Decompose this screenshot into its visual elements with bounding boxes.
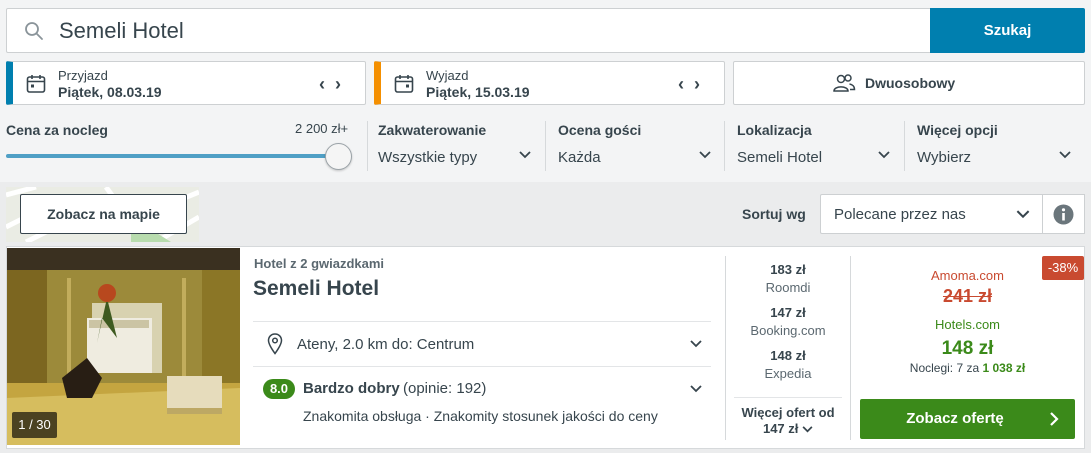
more-options-label: Więcej opcji <box>917 122 998 138</box>
accommodation-label: Zakwaterowanie <box>378 122 487 138</box>
divider <box>850 256 851 440</box>
divider <box>253 321 711 322</box>
room-type-selector[interactable]: Dwuosobowy <box>733 61 1085 105</box>
search-icon <box>25 22 43 40</box>
location-label: Lokalizacja <box>737 122 812 138</box>
hotel-stars: Hotel z 2 gwiazdkami <box>254 256 385 271</box>
rating-highlights: Znakomita obsługa · Znakomity stosunek j… <box>303 408 658 424</box>
sort-value: Polecane przez nas <box>834 206 966 223</box>
view-offer-label: Zobacz ofertę <box>906 410 1004 427</box>
divider <box>367 121 368 171</box>
view-offer-button[interactable]: Zobacz ofertę <box>860 399 1075 439</box>
guest-rating-label: Ocena gości <box>558 122 642 138</box>
location-pin-icon <box>267 333 283 355</box>
checkin-label: Przyjazd <box>58 68 108 83</box>
chevron-right-icon <box>1050 412 1059 426</box>
chevron-down-icon[interactable] <box>690 385 702 393</box>
photo-counter: 1 / 30 <box>12 412 57 438</box>
info-icon <box>1053 204 1074 225</box>
more-offers-price: 147 zł <box>762 421 799 436</box>
price-slider-track[interactable] <box>6 154 336 158</box>
search-button[interactable]: Szukaj <box>930 8 1085 53</box>
prev-day-icon[interactable]: ‹ <box>678 74 694 94</box>
original-offer-site: Amoma.com <box>931 268 1004 283</box>
room-type-label: Dwuosobowy <box>865 75 956 91</box>
alt-offer[interactable]: 183 zł Roomdi <box>726 262 850 295</box>
more-offers-line1: Więcej ofert od <box>741 405 835 420</box>
nights-total: 1 038 zł <box>982 361 1026 375</box>
more-offers-button[interactable]: Więcej ofert od 147 zł <box>726 405 850 437</box>
accommodation-filter[interactable]: Zakwaterowanie Wszystkie typy <box>367 119 537 171</box>
chevron-down-icon <box>1059 151 1071 159</box>
more-options-value: Wybierz <box>917 149 972 166</box>
alt-offer-price: 148 zł <box>770 348 806 363</box>
nights-prefix: Noclegi: 7 za <box>909 361 980 375</box>
checkin-date[interactable]: Przyjazd Piątek, 08.03.19 ‹› <box>6 61 366 105</box>
checkout-arrows[interactable]: ‹› <box>678 74 710 95</box>
alt-offer-site: Roomdi <box>765 280 811 295</box>
rating-score-badge: 8.0 <box>263 379 295 399</box>
show-map-button[interactable]: Zobacz na mapie <box>20 194 187 234</box>
sort-info-button[interactable] <box>1043 194 1085 234</box>
hotel-location[interactable]: Ateny, 2.0 km do: Centrum <box>297 336 474 353</box>
chevron-down-icon <box>1016 210 1030 219</box>
chevron-down-icon <box>802 426 813 433</box>
divider <box>904 121 905 171</box>
alt-offer-site: Expedia <box>764 366 812 381</box>
more-options-filter[interactable]: Więcej opcji Wybierz <box>904 119 1079 171</box>
price-slider-handle[interactable] <box>325 143 352 170</box>
alt-offer-price: 183 zł <box>770 262 806 277</box>
price-filter-max: 2 200 zł+ <box>295 121 349 136</box>
checkout-value: Piątek, 15.03.19 <box>426 84 530 100</box>
divider <box>724 121 725 171</box>
checkin-value: Piątek, 08.03.19 <box>58 84 162 100</box>
original-offer-price: 241 zł <box>942 286 993 306</box>
location-filter[interactable]: Lokalizacja Semeli Hotel <box>724 119 894 171</box>
checkout-label: Wyjazd <box>426 68 469 83</box>
rating-count[interactable]: (opinie: 192) <box>403 380 486 397</box>
accommodation-value: Wszystkie typy <box>378 149 478 166</box>
calendar-icon <box>26 75 46 93</box>
search-input[interactable]: Semeli Hotel <box>6 8 931 53</box>
checkin-arrows[interactable]: ‹› <box>319 74 351 95</box>
alt-offer[interactable]: 148 zł Expedia <box>726 348 850 381</box>
alt-offer-site: Booking.com <box>750 323 826 338</box>
divider <box>545 121 546 171</box>
chevron-down-icon <box>878 151 890 159</box>
search-query[interactable]: Semeli Hotel <box>59 9 184 52</box>
next-day-icon[interactable]: › <box>335 74 351 94</box>
people-icon <box>833 74 856 92</box>
prev-day-icon[interactable]: ‹ <box>319 74 335 94</box>
sort-label: Sortuj wg <box>742 206 806 222</box>
divider <box>734 397 842 398</box>
sort-select[interactable]: Polecane przez nas <box>820 194 1043 234</box>
checkout-date[interactable]: Wyjazd Piątek, 15.03.19 ‹› <box>374 61 725 105</box>
rating-word[interactable]: Bardzo dobry <box>303 380 400 397</box>
alt-offer[interactable]: 147 zł Booking.com <box>726 305 850 338</box>
location-value: Semeli Hotel <box>737 149 823 166</box>
divider <box>253 366 711 367</box>
chevron-down-icon[interactable] <box>690 340 702 348</box>
guest-rating-filter[interactable]: Ocena gości Każda <box>545 119 715 171</box>
hotel-name[interactable]: Semeli Hotel <box>253 277 379 301</box>
more-offers-line2: 147 zł <box>726 421 850 437</box>
total-stay-price: Noclegi: 7 za 1 038 zł <box>860 361 1075 375</box>
guest-rating-value: Każda <box>558 149 601 166</box>
calendar-icon <box>394 75 414 93</box>
next-day-icon[interactable]: › <box>694 74 710 94</box>
best-offer-price[interactable]: 148 zł <box>860 338 1075 360</box>
chevron-down-icon <box>519 151 531 159</box>
alt-offer-price: 147 zł <box>770 305 806 320</box>
chevron-down-icon <box>699 151 711 159</box>
price-filter-label: Cena za nocleg <box>6 122 108 138</box>
best-offer-site[interactable]: Hotels.com <box>860 317 1075 332</box>
